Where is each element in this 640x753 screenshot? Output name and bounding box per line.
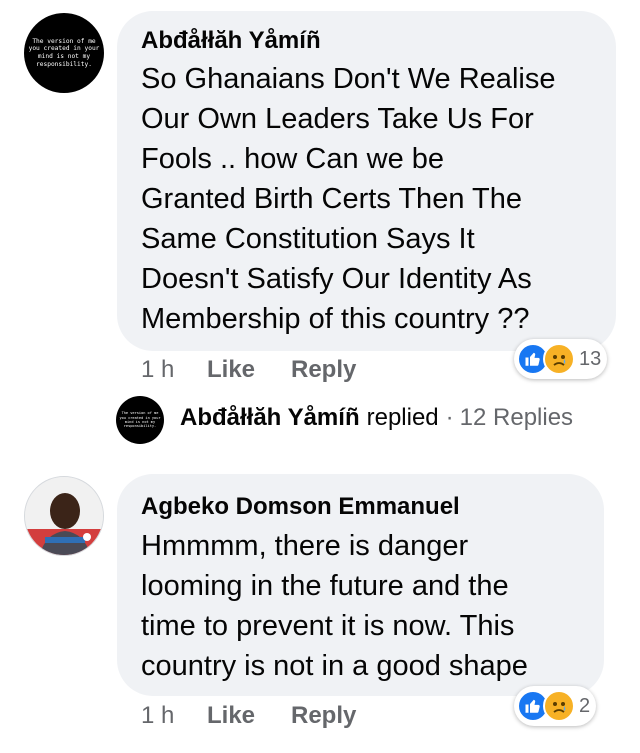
avatar-line: The version of me	[121, 411, 159, 416]
avatar-line: responsibility.	[36, 60, 92, 68]
comment-timestamp[interactable]: 1 h	[141, 356, 207, 384]
comment-actions: 1 h Like Reply	[141, 356, 356, 384]
avatar[interactable]: The version of me you created in your mi…	[24, 13, 104, 93]
comment-body: So Ghanaians Don't We Realise Our Own Le…	[141, 63, 556, 335]
comment-actions: 1 h Like Reply	[141, 702, 356, 730]
reaction-summary[interactable]: 13	[514, 339, 608, 379]
comment-body: Hmmmm, there is danger looming in the fu…	[141, 530, 528, 682]
sad-icon	[543, 343, 575, 375]
like-button[interactable]: Like	[207, 356, 291, 384]
avatar-line: you created in your	[28, 45, 100, 53]
comment-timestamp[interactable]: 1 h	[141, 702, 207, 730]
replied-label: replied	[366, 404, 439, 431]
avatar-line: mind is not my	[37, 53, 91, 60]
reply-button[interactable]: Reply	[291, 356, 356, 384]
reaction-count: 2	[579, 694, 591, 717]
sad-icon	[543, 690, 575, 722]
comment-author[interactable]: Abđåłłăh Yåmíñ	[141, 27, 321, 55]
avatar[interactable]: The version of me you created in your mi…	[116, 396, 164, 444]
view-replies-link[interactable]: Abđåłłăh Yåmíñ replied · 12 Replies	[180, 404, 573, 432]
reaction-count: 13	[579, 347, 602, 370]
avatar-line: The version of me	[32, 37, 96, 45]
like-button[interactable]: Like	[207, 702, 291, 730]
avatar[interactable]	[24, 476, 104, 556]
comment-author[interactable]: Agbeko Domson Emmanuel	[141, 493, 460, 521]
separator: ·	[445, 404, 454, 431]
reply-button[interactable]: Reply	[291, 702, 356, 730]
replies-count: 12 Replies	[459, 404, 574, 431]
reaction-summary[interactable]: 2	[514, 686, 597, 726]
reply-author: Abđåłłăh Yåmíñ	[180, 404, 360, 431]
avatar-line: responsibility.	[123, 424, 157, 429]
